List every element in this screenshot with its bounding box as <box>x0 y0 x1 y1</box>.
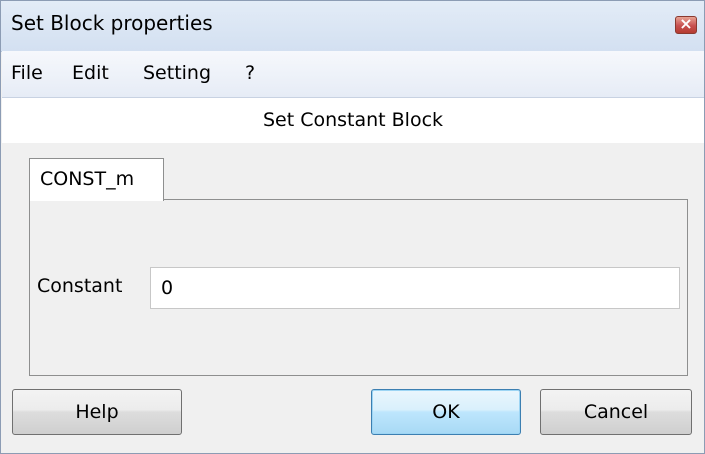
menu-help-question[interactable]: ? <box>245 62 255 84</box>
tab-const-m[interactable]: CONST_m <box>29 158 164 201</box>
title-bar[interactable]: Set Block properties × <box>1 1 704 52</box>
dialog-window: Set Block properties × File Edit Setting… <box>0 0 705 454</box>
ok-button[interactable]: OK <box>371 389 521 435</box>
close-icon: × <box>679 14 693 33</box>
menu-setting[interactable]: Setting <box>143 62 211 84</box>
menu-edit[interactable]: Edit <box>72 62 109 84</box>
menu-bar: File Edit Setting ? <box>2 51 704 98</box>
block-header: Set Constant Block <box>2 98 704 143</box>
block-header-title: Set Constant Block <box>262 109 444 131</box>
close-button[interactable]: × <box>675 14 697 34</box>
window-title: Set Block properties <box>11 11 213 35</box>
cancel-button[interactable]: Cancel <box>540 389 692 435</box>
tab-label: CONST_m <box>40 168 135 190</box>
menu-file[interactable]: File <box>11 62 43 84</box>
help-button[interactable]: Help <box>12 389 182 435</box>
constant-label: Constant <box>37 275 123 297</box>
constant-input[interactable] <box>150 267 680 309</box>
